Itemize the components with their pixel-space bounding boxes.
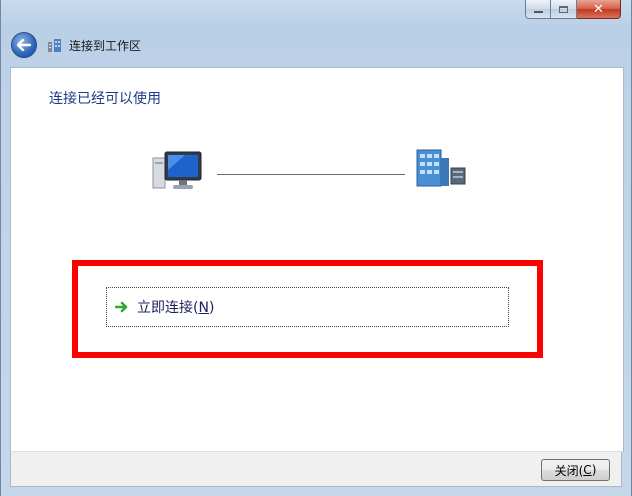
page-heading: 连接已经可以使用	[49, 91, 161, 107]
minimize-button[interactable]	[525, 0, 551, 19]
green-arrow-icon	[115, 301, 128, 313]
connect-now-link[interactable]: 立即连接(N)	[106, 287, 509, 327]
computer-icon	[152, 151, 202, 189]
dialog-window: ✕ 连接到工作区 连接已经可以使用 立即连接(N) 关闭(C)	[0, 0, 632, 496]
close-window-button[interactable]: ✕	[577, 0, 621, 19]
window-title: 连接到工作区	[69, 38, 142, 53]
maximize-button[interactable]	[551, 0, 577, 19]
content-panel: 连接已经可以使用 立即连接(N)	[10, 67, 624, 452]
caption-buttons: ✕	[525, 0, 621, 19]
connect-now-label: 立即连接(N)	[137, 300, 215, 316]
close-icon: ✕	[593, 1, 604, 17]
connection-line	[217, 174, 405, 175]
maximize-icon	[559, 5, 568, 13]
dialog-footer: 关闭(C)	[10, 451, 622, 487]
back-arrow-icon	[17, 39, 31, 51]
workplace-network-icon	[48, 39, 61, 52]
navigation-bar: 连接到工作区	[11, 31, 141, 59]
close-button[interactable]: 关闭(C)	[541, 459, 610, 481]
back-button[interactable]	[11, 32, 37, 58]
minimize-icon	[533, 11, 543, 13]
server-icon	[416, 149, 466, 187]
